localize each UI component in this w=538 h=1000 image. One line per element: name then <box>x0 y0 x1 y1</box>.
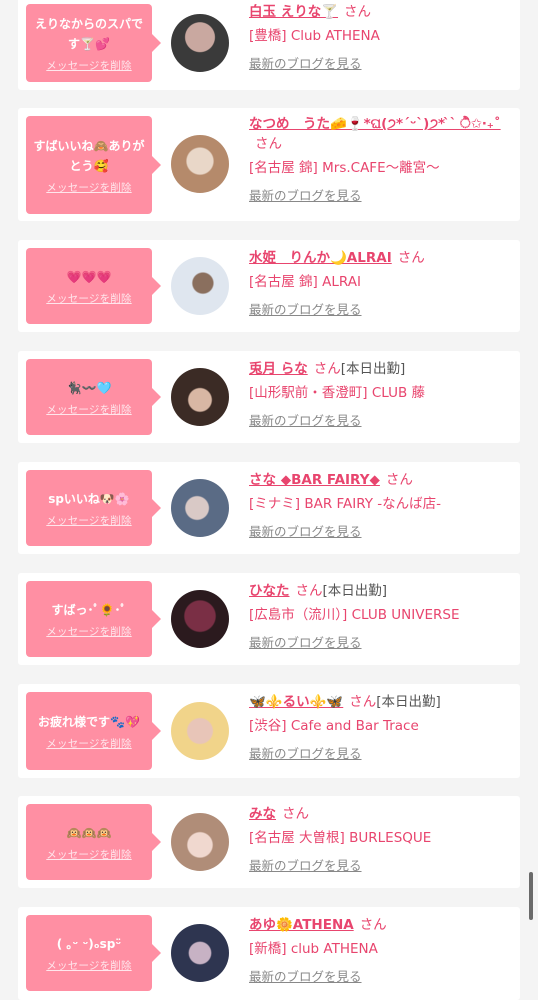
latest-blog-link[interactable]: 最新のブログを見る <box>249 411 512 431</box>
honorific: さん <box>349 694 377 710</box>
honorific: さん <box>397 250 425 266</box>
message-text: お疲れ様です🐾💖 <box>38 714 140 729</box>
status-badge: [本日出勤] <box>322 583 388 599</box>
shop-name: [山形駅前・香澄町] CLUB 藤 <box>249 385 426 401</box>
message-text: えりなからのスパです🍸💕 <box>34 16 143 51</box>
shop-name: [名古屋 大曽根] BURLESQUE <box>249 830 432 846</box>
message-bubble: spいいね🐶🌸 メッセージを削除 <box>26 470 161 546</box>
latest-blog-link[interactable]: 最新のブログを見る <box>249 300 512 320</box>
list-item: 🐈‍⬛〰️🩵 メッセージを削除 兎月 らな さん[本日出勤] [山形駅前・香澄町]… <box>18 351 520 443</box>
avatar[interactable] <box>171 479 229 537</box>
message-bubble: すばいいね🙈ありがとう🥰 メッセージを削除 <box>26 116 161 214</box>
honorific: さん <box>282 806 309 822</box>
delete-message-link[interactable]: メッセージを削除 <box>46 291 131 306</box>
shop-name: [豊橋] Club ATHENA <box>249 28 380 44</box>
list-item: えりなからのスパです🍸💕 メッセージを削除 白玉 えりな🍸 さん [豊橋] Clu… <box>18 0 520 90</box>
avatar[interactable] <box>171 590 229 648</box>
latest-blog-link[interactable]: 最新のブログを見る <box>249 186 512 206</box>
delete-message-link[interactable]: メッセージを削除 <box>46 958 131 973</box>
shop-name: [名古屋 錦] Mrs.CAFE～離宮～ <box>249 160 440 176</box>
message-text: 💗💗💗 <box>66 269 112 284</box>
honorific: さん <box>359 917 387 933</box>
delete-message-link[interactable]: メッセージを削除 <box>46 624 131 639</box>
cast-name-link[interactable]: あゆ🌼ATHENA <box>249 917 354 933</box>
list-item: すばいいね🙈ありがとう🥰 メッセージを削除 なつめ うた🧀🍷*ଘ(੭*ˊᵕˋ)੭… <box>18 108 520 221</box>
latest-blog-link[interactable]: 最新のブログを見る <box>249 633 512 653</box>
list-item: ( ｡ᵕ ᵕ)ₒspᵕ̈ メッセージを削除 あゆ🌼ATHENA さん [新橋] c… <box>18 907 520 1000</box>
message-bubble: 🙉🙉🙉 メッセージを削除 <box>26 804 161 880</box>
honorific: さん <box>255 136 282 152</box>
delete-message-link[interactable]: メッセージを削除 <box>46 58 131 73</box>
message-bubble: お疲れ様です🐾💖 メッセージを削除 <box>26 692 161 770</box>
avatar[interactable] <box>171 257 229 315</box>
message-bubble: えりなからのスパです🍸💕 メッセージを削除 <box>26 4 161 82</box>
shop-name: [広島市（流川）] CLUB UNIVERSE <box>249 607 460 623</box>
delete-message-link[interactable]: メッセージを削除 <box>46 736 131 751</box>
honorific: さん <box>295 583 323 599</box>
list-item: spいいね🐶🌸 メッセージを削除 さな ◆BAR FAIRY◆ さん [ミナミ] … <box>18 462 520 554</box>
honorific: さん <box>344 4 372 20</box>
message-bubble: 💗💗💗 メッセージを削除 <box>26 248 161 324</box>
delete-message-link[interactable]: メッセージを削除 <box>46 513 131 528</box>
message-bubble: すばっ･ﾟ🌻･ﾟ メッセージを削除 <box>26 581 161 657</box>
cast-name-link[interactable]: 水姫 りんか🌙ALRAI <box>249 250 392 266</box>
cast-name-link[interactable]: さな ◆BAR FAIRY◆ <box>249 472 380 488</box>
cast-name-link[interactable]: 白玉 えりな🍸 <box>249 4 338 20</box>
avatar[interactable] <box>171 14 229 72</box>
cast-name-link[interactable]: 兎月 らな <box>249 361 308 377</box>
avatar[interactable] <box>171 813 229 871</box>
list-item: 🙉🙉🙉 メッセージを削除 みな さん [名古屋 大曽根] BURLESQUE 最新… <box>18 796 520 888</box>
list-item: お疲れ様です🐾💖 メッセージを削除 🦋⚜️るい⚜️🦋 さん[本日出勤] [渋谷] … <box>18 684 520 778</box>
status-badge: [本日出勤] <box>376 694 441 710</box>
message-text: 🙉🙉🙉 <box>66 825 112 840</box>
latest-blog-link[interactable]: 最新のブログを見る <box>249 744 512 764</box>
cast-name-link[interactable]: 🦋⚜️るい⚜️🦋 <box>249 694 343 710</box>
cast-name-link[interactable]: なつめ うた🧀🍷*ଘ(੭*ˊᵕˋ)੭* ̀ˋ ੈ✩‧₊˚ <box>249 116 501 132</box>
shop-name: [名古屋 錦] ALRAI <box>249 274 361 290</box>
avatar[interactable] <box>171 702 229 760</box>
avatar[interactable] <box>171 135 229 193</box>
shop-name: [ミナミ] BAR FAIRY -なんば店- <box>249 496 442 512</box>
list-item: 💗💗💗 メッセージを削除 水姫 りんか🌙ALRAI さん [名古屋 錦] ALRA… <box>18 240 520 332</box>
shop-name: [新橋] club ATHENA <box>249 941 378 957</box>
avatar[interactable] <box>171 924 229 982</box>
message-text: すばいいね🙈ありがとう🥰 <box>33 138 145 173</box>
honorific: さん <box>385 472 413 488</box>
status-badge: [本日出勤] <box>340 361 406 377</box>
latest-blog-link[interactable]: 最新のブログを見る <box>249 522 512 542</box>
latest-blog-link[interactable]: 最新のブログを見る <box>249 967 512 987</box>
message-bubble: ( ｡ᵕ ᵕ)ₒspᵕ̈ メッセージを削除 <box>26 915 161 991</box>
message-text: すばっ･ﾟ🌻･ﾟ <box>51 602 127 617</box>
latest-blog-link[interactable]: 最新のブログを見る <box>249 856 512 876</box>
message-text: 🐈‍⬛〰️🩵 <box>66 380 112 395</box>
message-list: えりなからのスパです🍸💕 メッセージを削除 白玉 えりな🍸 さん [豊橋] Clu… <box>0 0 538 1000</box>
delete-message-link[interactable]: メッセージを削除 <box>46 847 131 862</box>
delete-message-link[interactable]: メッセージを削除 <box>46 402 131 417</box>
cast-name-link[interactable]: みな <box>249 806 276 822</box>
latest-blog-link[interactable]: 最新のブログを見る <box>249 54 512 74</box>
delete-message-link[interactable]: メッセージを削除 <box>46 180 131 195</box>
cast-name-link[interactable]: ひなた <box>249 583 290 599</box>
message-text: ( ｡ᵕ ᵕ)ₒspᵕ̈ <box>56 936 122 951</box>
message-bubble: 🐈‍⬛〰️🩵 メッセージを削除 <box>26 359 161 435</box>
honorific: さん <box>313 361 341 377</box>
avatar[interactable] <box>171 368 229 426</box>
shop-name: [渋谷] Cafe and Bar Trace <box>249 718 419 734</box>
message-text: spいいね🐶🌸 <box>48 491 130 506</box>
list-item: すばっ･ﾟ🌻･ﾟ メッセージを削除 ひなた さん[本日出勤] [広島市（流川）] … <box>18 573 520 665</box>
scrollbar[interactable] <box>529 872 533 920</box>
